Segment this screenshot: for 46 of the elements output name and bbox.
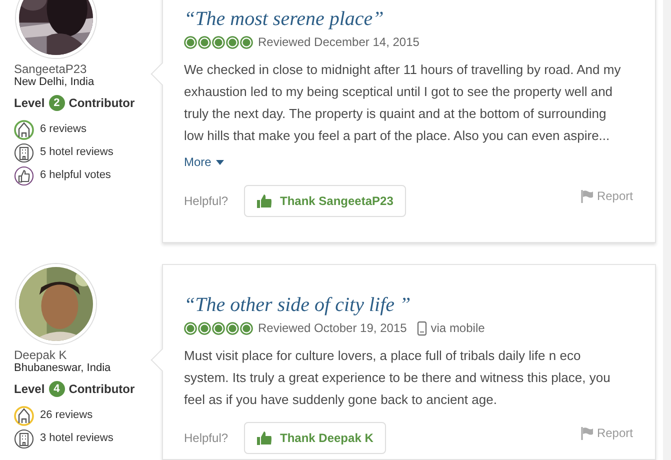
hotel-icon <box>14 428 34 448</box>
thank-button[interactable]: Thank Deepak K <box>244 422 386 454</box>
stat-text: 6 helpful votes <box>40 168 111 184</box>
rating-bubble <box>184 322 197 334</box>
reviewer-name[interactable]: SangeetaP23 <box>14 62 87 76</box>
caret-icon <box>216 160 224 164</box>
thumbs-up-icon <box>14 166 34 186</box>
thank-button[interactable]: Thank SangeetaP23 <box>244 185 406 217</box>
review-text: Must visit place for culture lovers, a place full of tribals daily life n eco system. Its truly a great experience to be there and witness this place, you feel as if you have suddenly gone back to ancient age. <box>184 347 612 409</box>
rating-bubble <box>240 36 253 48</box>
reviewer-location: New Delhi, India <box>14 76 94 89</box>
review-title[interactable]: “The other side of city life ” <box>184 293 633 317</box>
review-text: We checked in close to midnight after 11 hours of travelling by road. And my exhaustion led to my being sceptical until I got to see the property well and truly the next day. The property is quaint and at the bottom of surrounding low hills that make you feel a part of the place. Also you can even aspire... <box>184 61 622 145</box>
reviewer-name[interactable]: Deepak K <box>14 348 67 362</box>
thumbs-up-icon <box>257 194 272 208</box>
more-link[interactable]: More <box>184 153 224 171</box>
helpful-label: Helpful? <box>184 193 230 210</box>
stat-text: 26 reviews <box>40 408 93 424</box>
thumbs-up-icon <box>257 431 272 445</box>
helpful-label: Helpful? <box>184 430 230 447</box>
contributor-label: Contributor <box>68 381 135 398</box>
level-label: Level <box>14 95 45 112</box>
hotel-icon <box>14 142 34 162</box>
rating-bubble <box>212 322 225 334</box>
rating-bubble <box>198 322 211 334</box>
stat-text: 3 hotel reviews <box>40 431 114 446</box>
stat-text: 5 hotel reviews <box>40 145 114 160</box>
flag-icon <box>580 190 594 202</box>
mobile-phone-icon <box>416 320 427 336</box>
review-date: Reviewed December 14, 2015 <box>258 34 420 51</box>
rating-bubble <box>184 36 197 48</box>
via-label: via mobile <box>430 320 485 337</box>
flag-icon <box>580 426 594 440</box>
stat-text: 6 reviews <box>40 122 86 138</box>
rating-bubble <box>212 36 225 48</box>
rating-bubble <box>226 36 239 48</box>
rating-bubble <box>226 322 239 334</box>
level-badge: 4 <box>48 381 65 397</box>
rating-bubble <box>240 322 253 334</box>
level-badge: 2 <box>48 95 65 111</box>
level-label: Level <box>14 381 45 398</box>
reviewer-location: Bhubaneswar, India <box>14 362 111 375</box>
contributor-label: Contributor <box>68 95 135 112</box>
rating-bubble <box>198 36 211 48</box>
review-date: Reviewed October 19, 2015 <box>258 320 407 337</box>
review-title[interactable]: “The most serene place” <box>184 7 633 31</box>
